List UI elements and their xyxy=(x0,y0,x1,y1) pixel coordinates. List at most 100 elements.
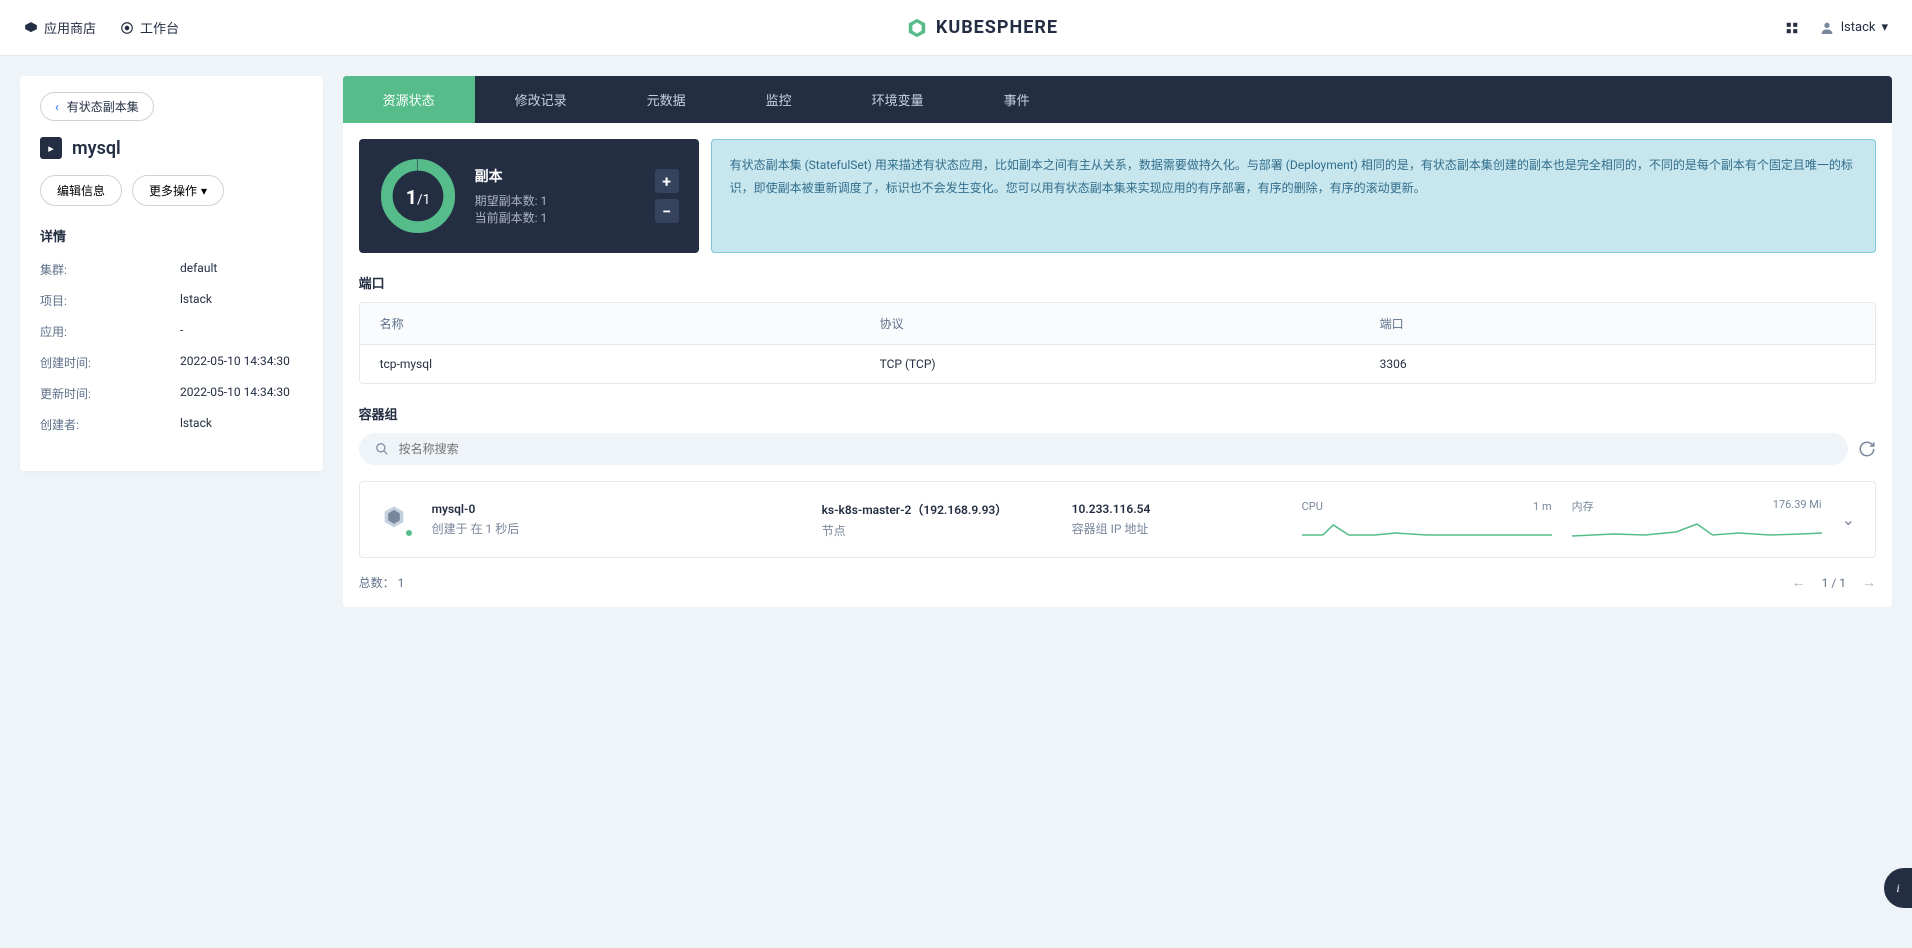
topbar: 应用商店 工作台 KUBESPHERE lstack ▾ xyxy=(0,0,1912,56)
ports-section-title: 端口 xyxy=(359,273,1876,292)
detail-row-updated: 更新时间:2022-05-10 14:34:30 xyxy=(40,385,303,402)
replica-scale-buttons: + − xyxy=(655,169,679,223)
pager-total: 总数： 1 xyxy=(359,574,405,591)
tab-events[interactable]: 事件 xyxy=(964,76,1070,123)
pods-section: 容器组 mysql-0 xyxy=(359,404,1876,591)
port-cell-name: tcp-mysql xyxy=(380,357,880,371)
pod-node-column: ks-k8s-master-2（192.168.9.93） 节点 xyxy=(822,501,1052,539)
brand-text: KUBESPHERE xyxy=(936,17,1058,38)
caret-down-icon: ▾ xyxy=(1881,20,1888,35)
detail-row-created: 创建时间:2022-05-10 14:34:30 xyxy=(40,354,303,371)
replica-title: 副本 xyxy=(475,166,637,186)
statefulset-info-box: 有状态副本集 (StatefulSet) 用来描述有状态应用，比如副本之间有主从… xyxy=(711,139,1876,253)
mem-label: 内存 xyxy=(1572,498,1594,514)
brand-logo[interactable]: KUBESPHERE xyxy=(906,17,1058,39)
scale-down-button[interactable]: − xyxy=(655,199,679,223)
pod-node: ks-k8s-master-2（192.168.9.93） xyxy=(822,501,1052,518)
detail-row-creator: 创建者:lstack xyxy=(40,416,303,433)
port-cell-port: 3306 xyxy=(1380,357,1855,371)
tab-env[interactable]: 环境变量 xyxy=(832,76,964,123)
workspace-icon xyxy=(120,21,134,35)
pod-name: mysql-0 xyxy=(432,502,802,516)
nav-workspace-label: 工作台 xyxy=(140,18,179,37)
pod-card[interactable]: mysql-0 创建于 在 1 秒后 ks-k8s-master-2（192.1… xyxy=(359,481,1876,558)
resource-title-row: ▸ mysql xyxy=(40,137,303,159)
kubesphere-logo-icon xyxy=(906,17,928,39)
resource-title: mysql xyxy=(72,138,121,159)
refresh-button[interactable] xyxy=(1858,440,1876,458)
main-panel: 资源状态 修改记录 元数据 监控 环境变量 事件 1/1 副本 期望副本数: 1 xyxy=(343,76,1892,607)
pager-controls: ← 1 / 1 → xyxy=(1792,574,1876,591)
pager-page: 1 / 1 xyxy=(1822,576,1846,590)
tab-revisions[interactable]: 修改记录 xyxy=(475,76,607,123)
topbar-center: KUBESPHERE xyxy=(179,17,1785,39)
pods-toolbar xyxy=(359,433,1876,465)
back-button[interactable]: ‹ 有状态副本集 xyxy=(40,92,154,121)
pod-hex-icon xyxy=(380,504,408,532)
edit-info-button[interactable]: 编辑信息 xyxy=(40,175,122,206)
ports-table-row: tcp-mysql TCP (TCP) 3306 xyxy=(360,345,1875,383)
help-fab-button[interactable]: i xyxy=(1884,868,1912,908)
detail-row-project: 项目:lstack xyxy=(40,292,303,309)
back-label: 有状态副本集 xyxy=(67,98,139,115)
replica-row: 1/1 副本 期望副本数: 1 当前副本数: 1 + − 有状态副本集 (Sta… xyxy=(359,139,1876,253)
page-container: ‹ 有状态副本集 ▸ mysql 编辑信息 更多操作 ▾ 详情 集群:defau… xyxy=(0,56,1912,627)
topbar-left: 应用商店 工作台 xyxy=(24,18,179,37)
pager-prev-button[interactable]: ← xyxy=(1792,574,1806,591)
port-cell-protocol: TCP (TCP) xyxy=(880,357,1380,371)
detail-row-app: 应用:- xyxy=(40,323,303,340)
details-header: 详情 xyxy=(40,226,303,245)
pod-icon-wrap xyxy=(380,504,412,536)
pods-section-title: 容器组 xyxy=(359,404,1876,423)
pod-name-column: mysql-0 创建于 在 1 秒后 xyxy=(432,502,802,537)
port-header-port: 端口 xyxy=(1380,315,1855,332)
apps-grid-icon[interactable] xyxy=(1785,21,1799,35)
detail-sidebar: ‹ 有状态副本集 ▸ mysql 编辑信息 更多操作 ▾ 详情 集群:defau… xyxy=(20,76,323,471)
tab-monitoring[interactable]: 监控 xyxy=(726,76,832,123)
replica-current: 当前副本数: 1 xyxy=(475,209,637,226)
expand-pod-button[interactable]: ⌄ xyxy=(1842,510,1855,529)
pod-ip-column: 10.233.116.54 容器组 IP 地址 xyxy=(1072,502,1282,537)
pod-cpu-metric: CPU 1 m xyxy=(1302,500,1552,540)
detail-row-cluster: 集群:default xyxy=(40,261,303,278)
avatar-icon xyxy=(1819,20,1835,36)
pods-search-input[interactable] xyxy=(399,442,1832,456)
nav-workspace[interactable]: 工作台 xyxy=(120,18,179,37)
replica-info: 副本 期望副本数: 1 当前副本数: 1 xyxy=(475,166,637,226)
caret-down-icon: ▾ xyxy=(201,184,207,198)
tab-metadata[interactable]: 元数据 xyxy=(607,76,726,123)
ports-table: 名称 协议 端口 tcp-mysql TCP (TCP) 3306 xyxy=(359,302,1876,384)
pod-ip: 10.233.116.54 xyxy=(1072,502,1282,516)
cpu-sparkline xyxy=(1302,517,1552,537)
pods-search-box[interactable] xyxy=(359,433,1848,465)
topbar-right: lstack ▾ xyxy=(1785,20,1888,36)
cpu-value: 1 m xyxy=(1533,500,1552,513)
port-header-protocol: 协议 xyxy=(880,315,1380,332)
more-actions-button[interactable]: 更多操作 ▾ xyxy=(132,175,224,206)
replica-ring-chart: 1/1 xyxy=(379,157,457,235)
tab-bar: 资源状态 修改记录 元数据 监控 环境变量 事件 xyxy=(343,76,1892,123)
store-icon xyxy=(24,21,38,35)
statefulset-icon: ▸ xyxy=(40,137,62,159)
cpu-label: CPU xyxy=(1302,500,1323,513)
chevron-left-icon: ‹ xyxy=(55,100,59,114)
pod-ip-label: 容器组 IP 地址 xyxy=(1072,520,1282,537)
replica-card: 1/1 副本 期望副本数: 1 当前副本数: 1 + − xyxy=(359,139,699,253)
user-menu[interactable]: lstack ▾ xyxy=(1819,20,1888,36)
search-icon xyxy=(375,442,389,456)
pod-status-dot xyxy=(404,528,414,538)
action-buttons: 编辑信息 更多操作 ▾ xyxy=(40,175,303,206)
svg-text:1/1: 1/1 xyxy=(405,186,430,209)
tab-resource-status[interactable]: 资源状态 xyxy=(343,76,475,123)
replica-desired: 期望副本数: 1 xyxy=(475,192,637,209)
port-header-name: 名称 xyxy=(380,315,880,332)
mem-value: 176.39 Mi xyxy=(1773,498,1822,514)
pager-next-button[interactable]: → xyxy=(1862,574,1876,591)
nav-app-store[interactable]: 应用商店 xyxy=(24,18,96,37)
pods-pager: 总数： 1 ← 1 / 1 → xyxy=(359,574,1876,591)
scale-up-button[interactable]: + xyxy=(655,169,679,193)
tab-content: 1/1 副本 期望副本数: 1 当前副本数: 1 + − 有状态副本集 (Sta… xyxy=(343,123,1892,607)
memory-sparkline xyxy=(1572,518,1822,538)
pod-memory-metric: 内存 176.39 Mi xyxy=(1572,498,1822,541)
ports-table-header: 名称 协议 端口 xyxy=(360,303,1875,345)
